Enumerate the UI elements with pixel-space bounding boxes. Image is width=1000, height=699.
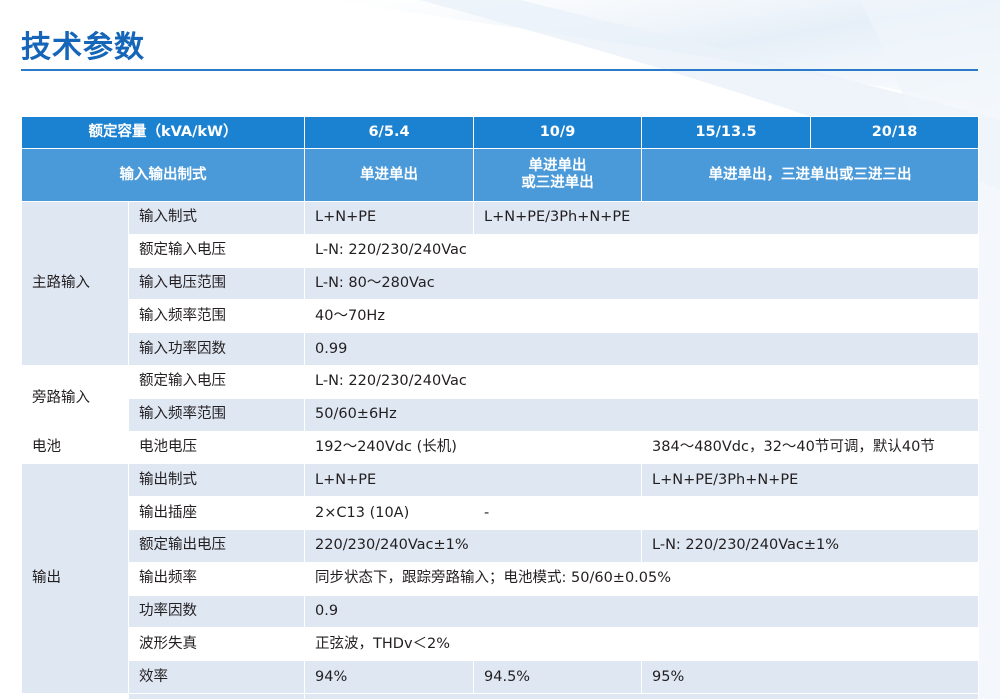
- param-name: 波形失真: [127, 627, 306, 662]
- table-row-partial: [21, 692, 980, 699]
- param-name: 输入电压范围: [127, 266, 306, 301]
- io-header-row: 输入输出制式 单进单出 单进单出 或三进单出 单进单出，三进单出或三进三出: [20, 148, 980, 202]
- io-mode-a: 单进单出: [304, 148, 475, 202]
- partial-cell: [21, 692, 129, 699]
- param-value: 2×C13 (10A): [304, 496, 475, 530]
- param-value: L-N: 220/230/240Vac: [304, 233, 980, 268]
- section-output: 输出: [21, 463, 129, 694]
- param-value: L+N+PE/3Ph+N+PE: [473, 201, 980, 235]
- capacity-col-1: 6/5.4: [304, 116, 475, 149]
- table-row: 波形失真 正弦波，THDv＜2%: [22, 627, 980, 662]
- spec-table: 额定容量（kVA/kW） 6/5.4 10/9 15/13.5 20/18 输入…: [20, 116, 980, 699]
- param-value: L+N+PE: [304, 201, 475, 235]
- param-name: 输入频率范围: [127, 397, 306, 432]
- param-value: 正弦波，THDv＜2%: [304, 627, 980, 662]
- param-value: 40～70Hz: [304, 299, 980, 334]
- capacity-col-3: 15/13.5: [641, 116, 812, 149]
- table-row: 输出频率 同步状态下，跟踪旁路输入；电池模式: 50/60±0.05%: [22, 561, 980, 596]
- param-value: 192～240Vdc (长机): [304, 430, 643, 465]
- param-name: 输入频率范围: [127, 299, 306, 334]
- section-bypass-input: 旁路输入: [21, 364, 129, 432]
- param-name: 输出频率: [127, 561, 306, 596]
- param-name: 效率: [127, 660, 306, 694]
- param-name: 输入功率因数: [127, 332, 306, 366]
- table-row: 额定输出电压 220/230/240Vac±1% L-N: 220/230/24…: [22, 528, 980, 563]
- partial-cell: [304, 692, 980, 699]
- partial-cell: [127, 692, 306, 699]
- param-value: 220/230/240Vac±1%: [304, 528, 643, 563]
- param-value: 94%: [304, 660, 475, 694]
- table-row: 电池 电池电压 192～240Vdc (长机) 384～480Vdc，32～40…: [21, 430, 980, 465]
- table-row: 输入频率范围 40～70Hz: [22, 299, 980, 334]
- param-value: -: [473, 496, 980, 530]
- table-row: 效率 94% 94.5% 95%: [22, 660, 980, 694]
- table-row: 输入频率范围 50/60±6Hz: [22, 397, 980, 432]
- param-name: 输出制式: [127, 463, 306, 498]
- param-name: 额定输入电压: [127, 233, 306, 268]
- param-name: 功率因数: [127, 594, 306, 629]
- param-name: 电池电压: [127, 430, 306, 465]
- param-value: L+N+PE/3Ph+N+PE: [641, 463, 980, 498]
- param-value: 94.5%: [473, 660, 643, 694]
- param-value: 0.9: [304, 594, 980, 629]
- table-row: 旁路输入 额定输入电压 L-N: 220/230/240Vac: [21, 364, 980, 432]
- table-row: 输入功率因数 0.99: [22, 332, 980, 366]
- table-row: 功率因数 0.9: [22, 594, 980, 629]
- param-value: L-N: 80～280Vac: [304, 266, 980, 301]
- table-row: 额定输入电压 L-N: 220/230/240Vac: [22, 233, 980, 268]
- param-name: 输入制式: [127, 201, 306, 235]
- io-label: 输入输出制式: [20, 148, 306, 202]
- param-value: 384～480Vdc，32～40节可调，默认40节: [641, 430, 980, 465]
- table-row: 输出 输出制式 L+N+PE L+N+PE/3Ph+N+PE: [21, 463, 980, 694]
- section-battery: 电池: [21, 430, 129, 465]
- title-divider: [21, 69, 978, 71]
- capacity-col-2: 10/9: [473, 116, 643, 149]
- table-row: 输入电压范围 L-N: 80～280Vac: [22, 266, 980, 301]
- capacity-col-4: 20/18: [810, 116, 980, 149]
- param-name: 额定输入电压: [127, 364, 306, 399]
- page-title: 技术参数: [21, 30, 145, 65]
- param-value: 50/60±6Hz: [304, 397, 980, 432]
- table-row: 主路输入 输入制式 L+N+PE L+N+PE/3Ph+N+PE: [21, 201, 980, 366]
- section-main-input: 主路输入: [21, 201, 129, 366]
- io-mode-b: 单进单出 或三进单出: [473, 148, 643, 202]
- io-mode-c: 单进单出，三进单出或三进三出: [641, 148, 980, 202]
- param-name: 输出插座: [127, 496, 306, 530]
- param-value: 0.99: [304, 332, 980, 366]
- capacity-header-row: 额定容量（kVA/kW） 6/5.4 10/9 15/13.5 20/18: [20, 116, 980, 149]
- param-value: L-N: 220/230/240Vac±1%: [641, 528, 980, 563]
- param-value: 95%: [641, 660, 980, 694]
- table-row: 输出插座 2×C13 (10A) -: [22, 496, 980, 530]
- param-value: 同步状态下，跟踪旁路输入；电池模式: 50/60±0.05%: [304, 561, 980, 596]
- param-value: L-N: 220/230/240Vac: [304, 364, 980, 399]
- param-value: L+N+PE: [304, 463, 643, 498]
- param-name: 额定输出电压: [127, 528, 306, 563]
- capacity-label: 额定容量（kVA/kW）: [20, 116, 306, 149]
